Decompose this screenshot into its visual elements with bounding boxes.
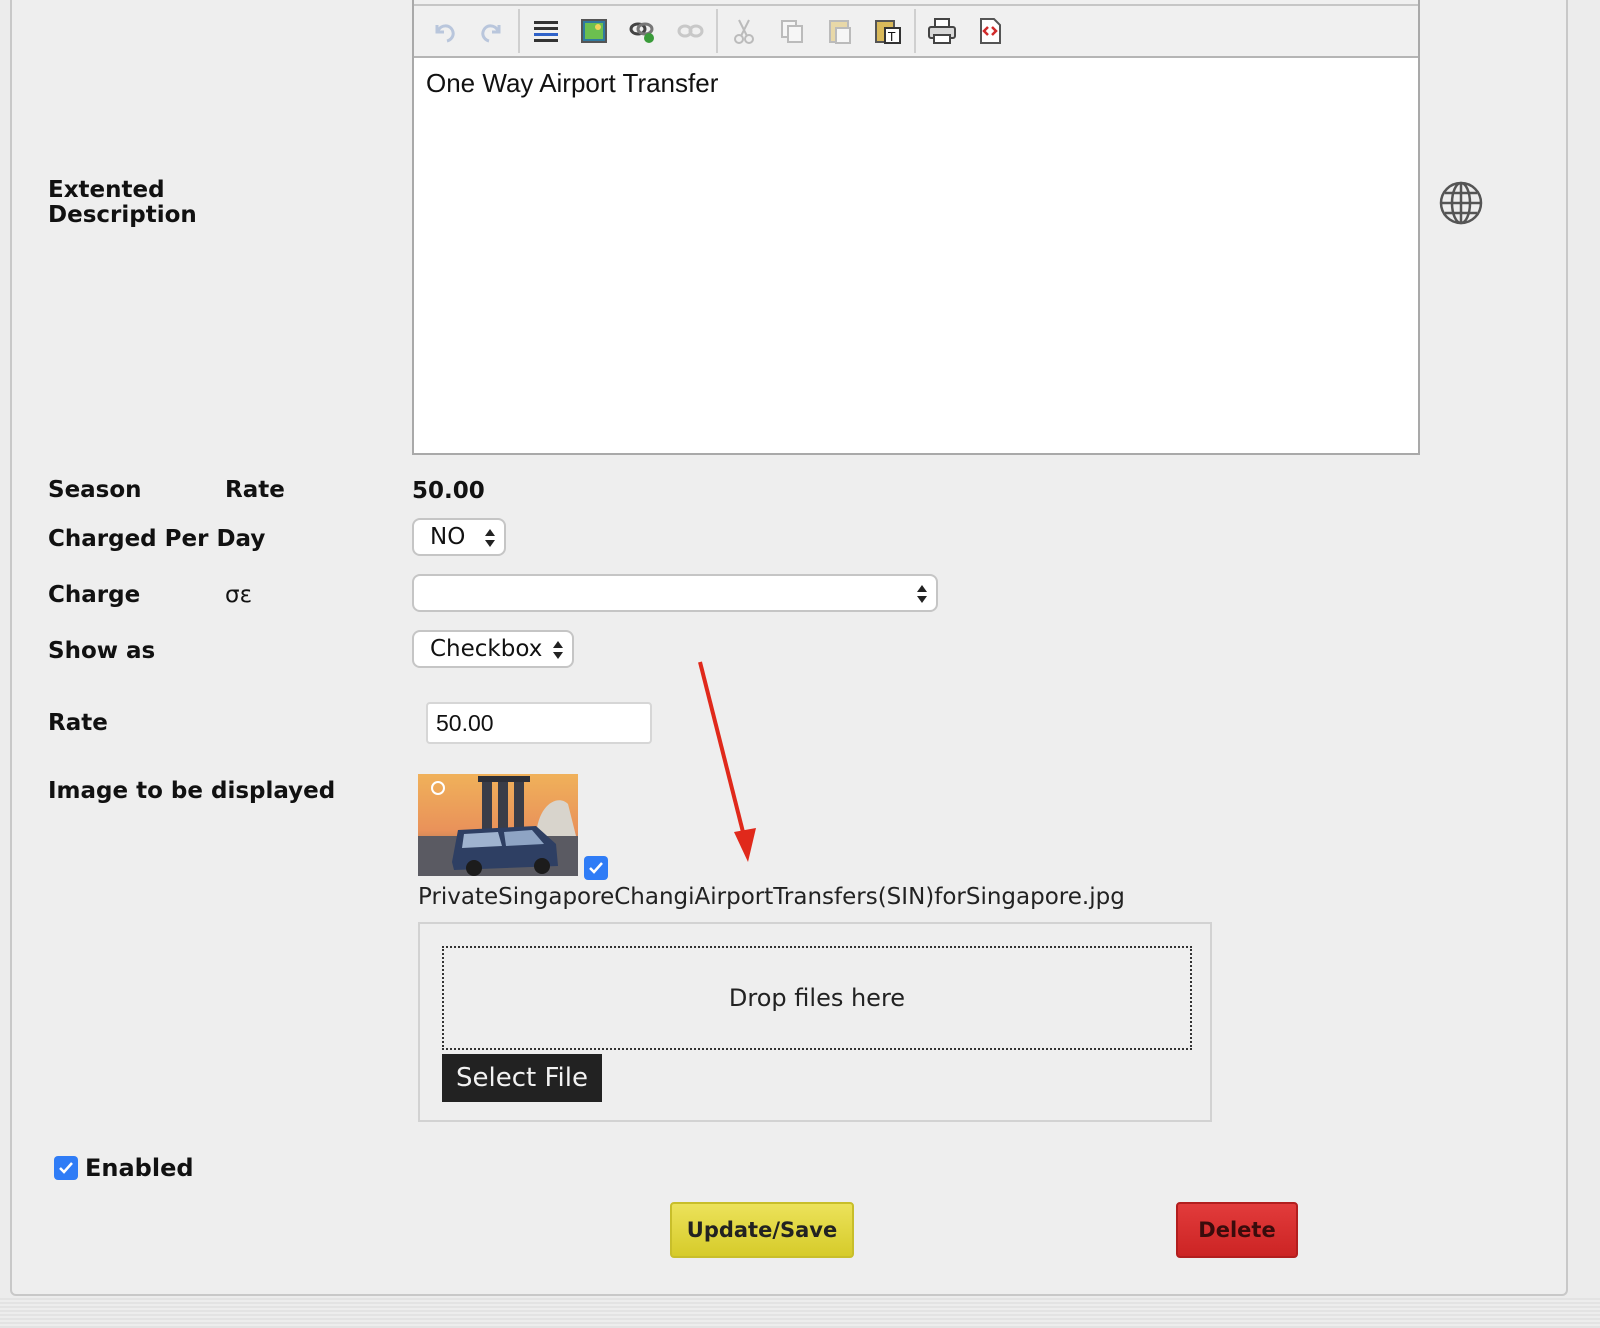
- align-icon[interactable]: [522, 7, 570, 55]
- show-as-label: Show as: [48, 638, 156, 664]
- season-label: Season: [48, 477, 142, 503]
- update-save-button[interactable]: Update/Save: [670, 1202, 854, 1258]
- charge-select[interactable]: [412, 574, 938, 612]
- unlink-icon[interactable]: [666, 7, 714, 55]
- file-upload-box: Drop files here Select File: [418, 922, 1212, 1122]
- dropzone[interactable]: Drop files here: [442, 946, 1192, 1050]
- image-icon[interactable]: [570, 7, 618, 55]
- charge-sublabel: σε: [225, 582, 253, 608]
- toolbar-separator: [716, 9, 718, 53]
- rate-label: Rate: [48, 710, 108, 736]
- select-arrows-icon: [917, 585, 927, 603]
- season-rate-value: 50.00: [412, 478, 485, 504]
- page-background: [0, 1298, 1600, 1328]
- check-icon: [589, 862, 603, 874]
- globe-icon[interactable]: [1438, 180, 1484, 226]
- redo-icon[interactable]: [468, 7, 516, 55]
- update-save-label: Update/Save: [686, 1218, 838, 1242]
- copy-icon[interactable]: [768, 7, 816, 55]
- toolbar-separator: [518, 9, 520, 53]
- show-as-value: Checkbox: [430, 636, 543, 662]
- charged-per-day-label: Charged Per Day: [48, 526, 266, 552]
- season-rate-label: Rate: [225, 477, 285, 503]
- extended-description-label-line1: Extented: [48, 177, 165, 203]
- extended-description-label-line2: Description: [48, 202, 197, 228]
- editor-content-area[interactable]: One Way Airport Transfer: [414, 58, 1418, 109]
- enabled-checkbox[interactable]: [54, 1156, 78, 1180]
- charged-per-day-select[interactable]: NO: [412, 518, 506, 556]
- image-thumbnail[interactable]: [418, 774, 578, 876]
- select-arrows-icon: [485, 529, 495, 547]
- editor-toolbar: T: [414, 0, 1418, 58]
- svg-text:T: T: [887, 30, 896, 44]
- paste-icon[interactable]: [816, 7, 864, 55]
- extended-description-label: Extented Description: [48, 178, 197, 228]
- check-icon: [59, 1162, 73, 1174]
- print-icon[interactable]: [918, 7, 966, 55]
- select-arrows-icon: [553, 641, 563, 659]
- select-file-label: Select File: [456, 1063, 588, 1093]
- delete-label: Delete: [1198, 1218, 1276, 1242]
- charged-per-day-value: NO: [430, 524, 466, 550]
- paste-text-icon[interactable]: T: [864, 7, 912, 55]
- editor-text: One Way Airport Transfer: [426, 68, 719, 98]
- image-checkbox[interactable]: [584, 856, 608, 880]
- charge-label: Charge: [48, 582, 141, 608]
- annotation-arrow-icon: [698, 661, 756, 862]
- image-filename: PrivateSingaporeChangiAirportTransfers(S…: [418, 884, 1125, 910]
- image-label: Image to be displayed: [48, 778, 336, 804]
- rate-input[interactable]: [426, 702, 652, 744]
- undo-icon[interactable]: [420, 7, 468, 55]
- link-icon[interactable]: [618, 7, 666, 55]
- enabled-label: Enabled: [85, 1154, 194, 1182]
- show-as-select[interactable]: Checkbox: [412, 630, 574, 668]
- delete-button[interactable]: Delete: [1176, 1202, 1298, 1258]
- source-icon[interactable]: [966, 7, 1014, 55]
- cut-icon[interactable]: [720, 7, 768, 55]
- select-file-button[interactable]: Select File: [442, 1054, 602, 1102]
- toolbar-separator: [914, 9, 916, 53]
- rich-text-editor: T One Way Airport Transfer: [412, 0, 1420, 455]
- dropzone-text: Drop files here: [728, 984, 906, 1012]
